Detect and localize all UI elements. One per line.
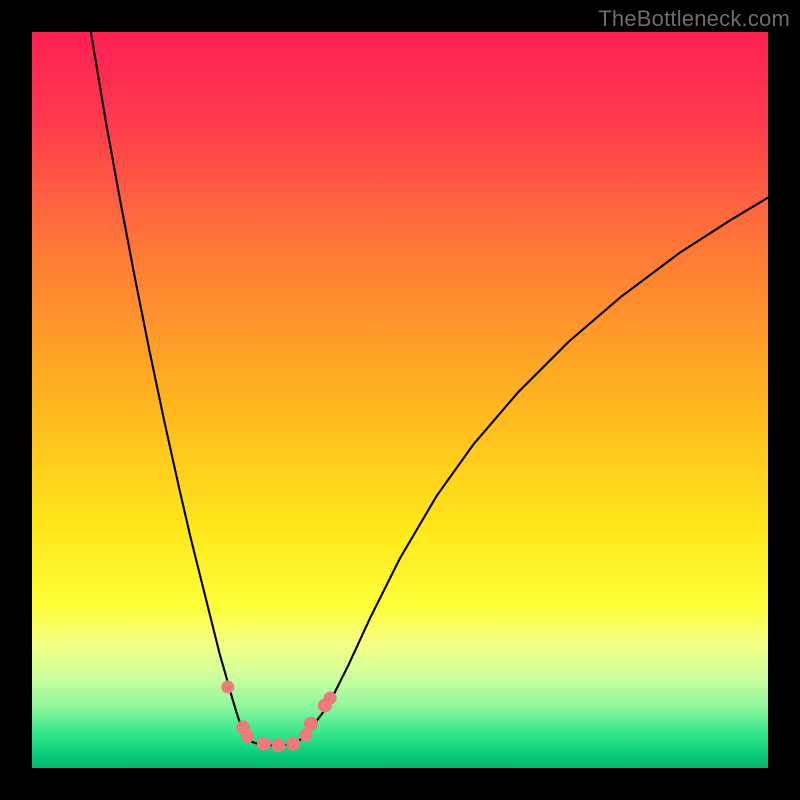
data-point [241, 730, 254, 743]
data-point [324, 692, 337, 705]
chart-frame [32, 32, 768, 768]
data-point [286, 737, 300, 751]
watermark-text: TheBottleneck.com [598, 6, 790, 32]
data-point [221, 681, 234, 694]
data-point [257, 737, 271, 751]
gradient-background [32, 32, 768, 768]
data-point [272, 738, 286, 752]
data-point [304, 717, 318, 731]
bottleneck-chart [32, 32, 768, 768]
